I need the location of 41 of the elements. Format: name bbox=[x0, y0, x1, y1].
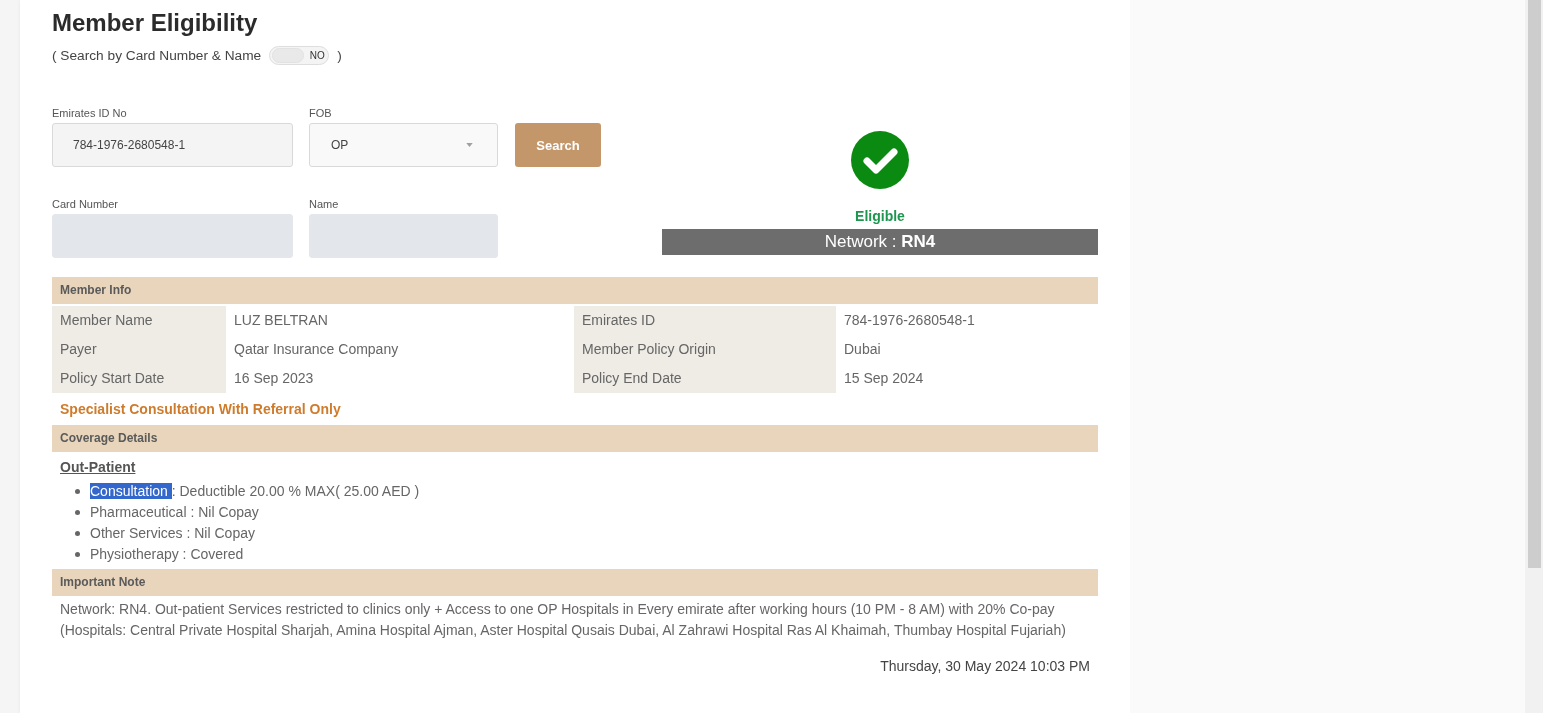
coverage-item: Pharmaceutical : Nil Copay bbox=[90, 503, 259, 522]
info-label: Emirates ID bbox=[574, 306, 836, 335]
bullet-icon bbox=[75, 489, 80, 494]
eligibility-status: Eligible bbox=[855, 207, 905, 225]
info-label: Policy Start Date bbox=[52, 364, 226, 393]
scrollbar-thumb[interactable] bbox=[1527, 0, 1541, 568]
info-label: Member Policy Origin bbox=[574, 335, 836, 364]
info-value: 16 Sep 2023 bbox=[234, 370, 314, 386]
coverage-item: Consultation : Deductible 20.00 % MAX( 25.00 AED ) bbox=[90, 482, 420, 501]
field-label: Name bbox=[309, 198, 339, 210]
info-label: Payer bbox=[52, 335, 226, 364]
timestamp: Thursday, 30 May 2024 10:03 PM bbox=[880, 658, 1090, 674]
field-label: Emirates ID No bbox=[52, 107, 127, 119]
network-banner: Network : RN4 bbox=[662, 229, 1098, 255]
input-field[interactable]: 784-1976-2680548-1 bbox=[52, 123, 293, 167]
field-label: Card Number bbox=[52, 198, 119, 210]
dropdown[interactable]: OP bbox=[309, 123, 498, 167]
info-value: Qatar Insurance Company bbox=[234, 341, 399, 357]
info-label: Policy End Date bbox=[574, 364, 836, 393]
info-value: 784-1976-2680548-1 bbox=[844, 312, 975, 328]
coverage-item: Physiotherapy : Covered bbox=[90, 545, 244, 564]
section-header: Important Note bbox=[52, 569, 1098, 596]
bullet-icon bbox=[75, 552, 80, 557]
referral-notice: Specialist Consultation With Referral Only bbox=[60, 401, 341, 417]
caret-icon bbox=[466, 143, 473, 147]
info-value: LUZ BELTRAN bbox=[234, 312, 328, 328]
info-label: Member Name bbox=[52, 306, 226, 335]
section-header: Member Info bbox=[52, 277, 1098, 304]
closing-parenthesis: ) bbox=[337, 47, 342, 63]
page-title: Member Eligibility bbox=[52, 8, 259, 38]
search-mode-label: ( Search by Card Number & Name bbox=[52, 47, 262, 63]
info-value: 15 Sep 2024 bbox=[844, 370, 924, 386]
note-text: Network: RN4. Out-patient Services restricted to clinics only + Access to one OP Hospitals in Every emirate after working hours (10 PM - 8 AM) with 20% Co-pay (Hospitals: Central Private Hospital Sharjah, Amina Hospital Ajman, Aster Hospital Qusais Dubai, Al Zahrawi Hospital Ras Al Khaimah, Thumbay Hospital Fujariah) bbox=[59, 600, 1067, 640]
info-value: Dubai bbox=[844, 341, 881, 357]
coverage-item: Other Services : Nil Copay bbox=[90, 524, 255, 543]
bullet-icon bbox=[75, 531, 80, 536]
coverage-category: Out-Patient bbox=[60, 459, 136, 475]
section-header: Coverage Details bbox=[52, 425, 1098, 452]
field-label: FOB bbox=[309, 107, 332, 119]
toggle-switch[interactable]: NO bbox=[269, 45, 330, 65]
bullet-icon bbox=[75, 510, 80, 515]
